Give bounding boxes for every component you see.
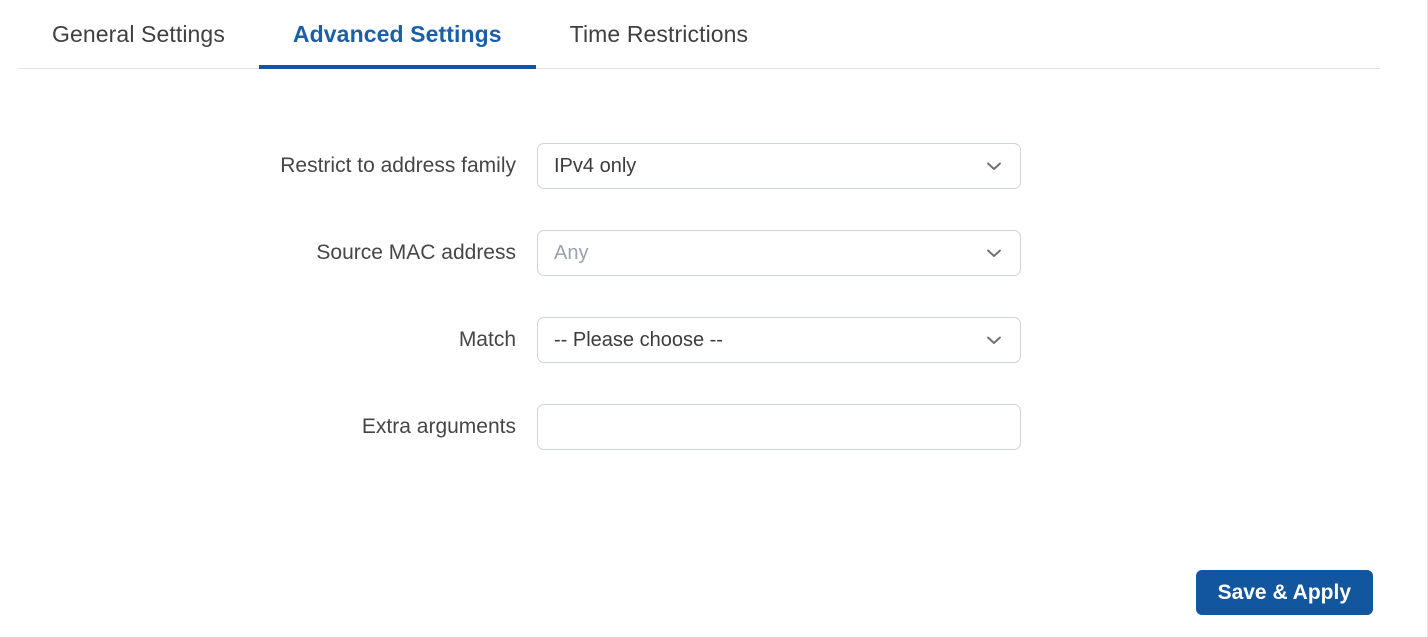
chevron-down-icon: [983, 155, 1005, 177]
select-value: Any: [554, 242, 589, 264]
settings-page: General Settings Advanced Settings Time …: [0, 0, 1428, 637]
tab-advanced-settings[interactable]: Advanced Settings: [258, 0, 536, 69]
label-match: Match: [458, 328, 516, 352]
save-and-apply-button[interactable]: Save & Apply: [1195, 570, 1373, 615]
tab-general-settings[interactable]: General Settings: [18, 0, 259, 69]
select-match[interactable]: -- Please choose --: [537, 317, 1021, 363]
select-restrict-to-address-family[interactable]: IPv4 only: [537, 143, 1021, 189]
select-source-mac-address[interactable]: Any: [537, 230, 1021, 276]
form-row-extra-arguments: Extra arguments: [0, 404, 1428, 450]
chevron-down-icon: [983, 242, 1005, 264]
tab-time-restrictions[interactable]: Time Restrictions: [536, 0, 783, 69]
tab-label: General Settings: [52, 21, 225, 47]
label-restrict-to-address-family: Restrict to address family: [280, 154, 516, 178]
select-value: -- Please choose --: [554, 329, 723, 351]
select-value: IPv4 only: [554, 155, 637, 177]
label-source-mac-address: Source MAC address: [316, 241, 516, 265]
form-row-source-mac-address: Source MAC address Any: [0, 230, 1428, 276]
tab-label: Time Restrictions: [569, 21, 749, 47]
tab-bar: General Settings Advanced Settings Time …: [18, 0, 1380, 69]
form-row-address-family: Restrict to address family IPv4 only: [0, 143, 1428, 189]
form-footer: Save & Apply: [0, 570, 1427, 615]
form-row-match: Match -- Please choose --: [0, 317, 1428, 363]
tab-label: Advanced Settings: [292, 21, 502, 47]
extra-arguments-field[interactable]: [537, 404, 1021, 450]
chevron-down-icon: [983, 329, 1005, 351]
label-extra-arguments: Extra arguments: [361, 415, 516, 439]
advanced-settings-form: Restrict to address family IPv4 only Sou…: [0, 69, 1428, 450]
